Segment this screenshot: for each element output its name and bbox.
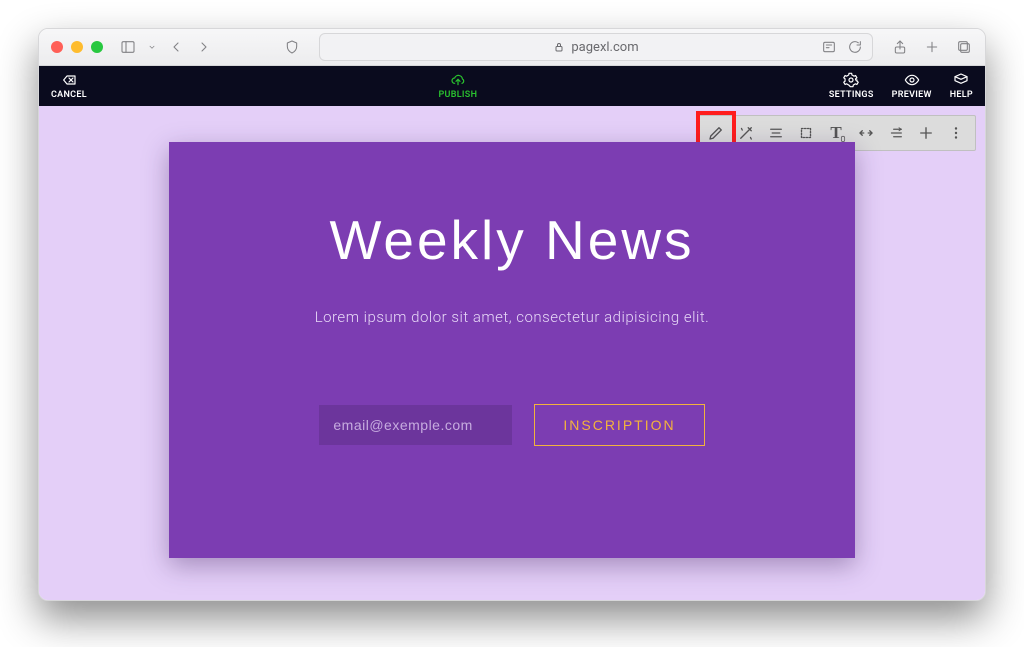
subscribe-button[interactable]: INSCRIPTION xyxy=(534,404,704,446)
settings-button[interactable]: SETTINGS xyxy=(829,72,874,100)
subscribe-form: INSCRIPTION xyxy=(319,404,704,446)
browser-window: pagexl.com xyxy=(38,28,986,601)
browser-titlebar: pagexl.com xyxy=(39,29,985,66)
url-text: pagexl.com xyxy=(571,40,638,55)
settings-label: SETTINGS xyxy=(829,90,874,100)
tabs-overview-icon[interactable] xyxy=(955,38,973,56)
preview-label: PREVIEW xyxy=(892,90,932,100)
minimize-window-button[interactable] xyxy=(71,41,83,53)
spacing-icon[interactable] xyxy=(851,118,881,148)
cancel-label: CANCEL xyxy=(51,90,87,100)
publish-label: PUBLISH xyxy=(438,90,477,100)
chevron-down-icon[interactable] xyxy=(147,38,157,56)
cancel-button[interactable]: CANCEL xyxy=(51,72,87,100)
help-label: HELP xyxy=(950,90,973,100)
forward-button[interactable] xyxy=(195,38,213,56)
sidebar-toggle-icon[interactable] xyxy=(119,38,137,56)
share-icon[interactable] xyxy=(891,38,909,56)
reload-icon[interactable] xyxy=(846,38,864,56)
hero-block[interactable]: Weekly News Lorem ipsum dolor sit amet, … xyxy=(169,142,855,558)
help-button[interactable]: HELP xyxy=(950,72,973,100)
close-window-button[interactable] xyxy=(51,41,63,53)
email-field[interactable] xyxy=(319,405,512,445)
new-tab-icon[interactable] xyxy=(923,38,941,56)
lock-icon xyxy=(553,41,565,53)
editor-appbar: CANCEL PUBLISH SETTINGS PREVIEW HELP xyxy=(39,66,985,106)
traffic-lights xyxy=(51,41,103,53)
add-icon[interactable] xyxy=(911,118,941,148)
reader-icon[interactable] xyxy=(820,38,838,56)
editor-stage: T Weekly News Lorem ipsum dolor sit amet… xyxy=(39,106,985,600)
shield-icon[interactable] xyxy=(283,38,301,56)
back-button[interactable] xyxy=(167,38,185,56)
hero-subtitle: Lorem ipsum dolor sit amet, consectetur … xyxy=(315,308,710,326)
hero-title: Weekly News xyxy=(329,208,694,272)
publish-button[interactable]: PUBLISH xyxy=(438,72,477,100)
animate-icon[interactable] xyxy=(881,118,911,148)
zoom-window-button[interactable] xyxy=(91,41,103,53)
more-icon[interactable] xyxy=(941,118,971,148)
address-bar[interactable]: pagexl.com xyxy=(319,33,873,61)
preview-button[interactable]: PREVIEW xyxy=(892,72,932,100)
